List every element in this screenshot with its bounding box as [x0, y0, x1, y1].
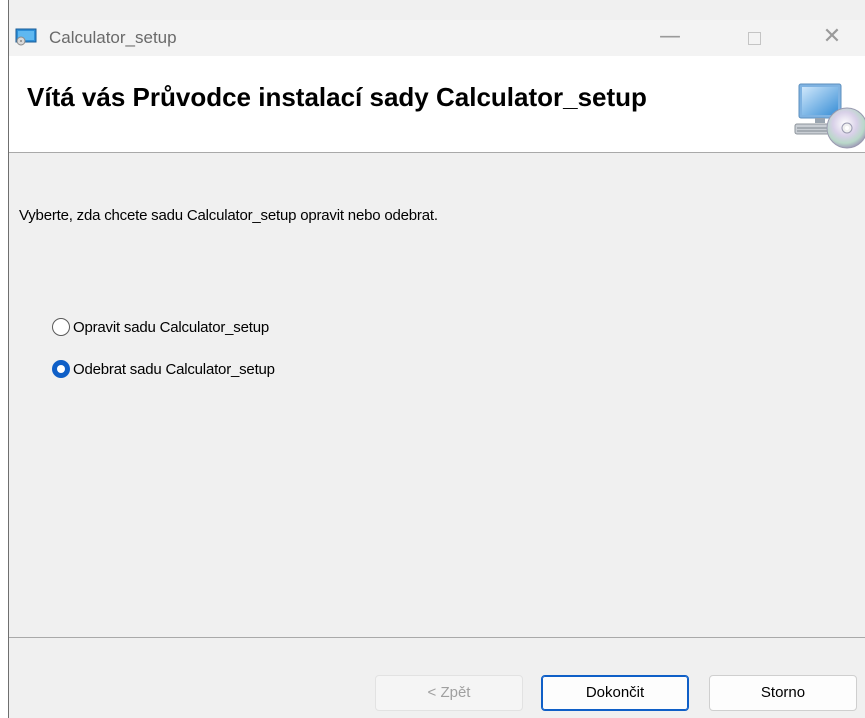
window-title: Calculator_setup [49, 28, 177, 47]
computer-cd-icon [794, 83, 865, 149]
installer-window: Calculator_setup — ✕ Vítá vás Průvodce i… [8, 0, 865, 718]
cancel-button[interactable]: Storno [709, 675, 857, 711]
close-button[interactable]: ✕ [801, 20, 863, 56]
close-icon: ✕ [822, 24, 842, 49]
wizard-content: Vyberte, zda chcete sadu Calculator_setu… [9, 153, 865, 637]
minimize-icon: — [659, 24, 681, 49]
title-bar: Calculator_setup — ✕ [9, 20, 865, 56]
maximize-icon [748, 32, 761, 45]
back-button[interactable]: < Zpět [375, 675, 523, 711]
maximize-button[interactable] [724, 20, 786, 56]
page-title: Vítá vás Průvodce instalací sady Calcula… [27, 82, 647, 112]
minimize-button[interactable]: — [639, 20, 701, 56]
remove-radio[interactable] [52, 360, 70, 378]
instruction-text: Vyberte, zda chcete sadu Calculator_setu… [19, 207, 438, 224]
remove-radio-label[interactable]: Odebrat sadu Calculator_setup [73, 361, 275, 378]
installer-app-icon [15, 28, 37, 46]
option-remove[interactable]: Odebrat sadu Calculator_setup [52, 358, 275, 380]
repair-radio-label[interactable]: Opravit sadu Calculator_setup [73, 319, 269, 336]
repair-radio[interactable] [52, 318, 70, 336]
finish-button[interactable]: Dokončit [541, 675, 689, 711]
wizard-footer: < Zpět Dokončit Storno [9, 637, 865, 718]
option-repair[interactable]: Opravit sadu Calculator_setup [52, 316, 269, 338]
wizard-header: Vítá vás Průvodce instalací sady Calcula… [9, 56, 865, 153]
